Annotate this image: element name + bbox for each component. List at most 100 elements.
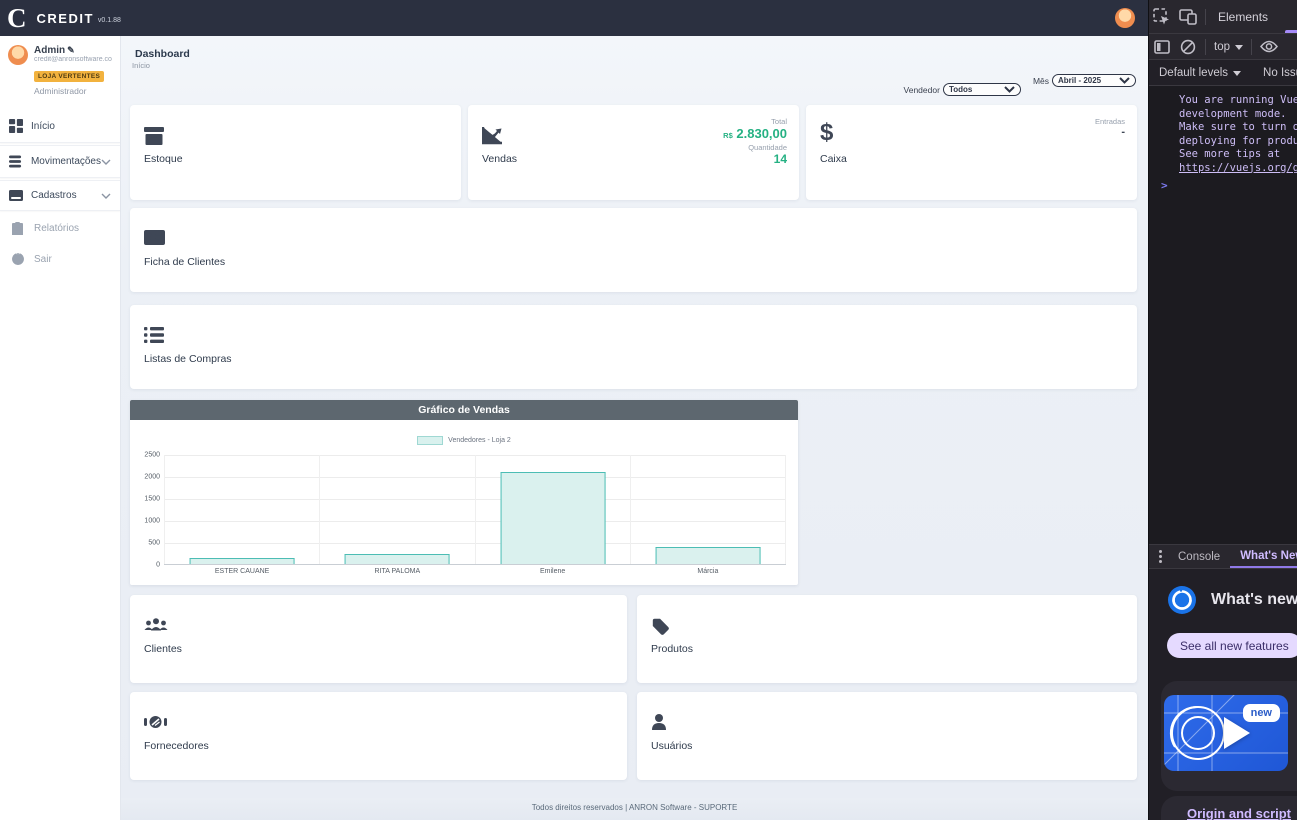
sidebar-item-label: Sair [34,254,52,265]
card-label: Estoque [144,153,183,165]
vue-dev-warning: You are running Vuedevelopment mode.Make… [1179,94,1297,175]
profile-role: Administrador [34,86,112,96]
vendas-card[interactable]: Vendas Total R$ 2.830,00 Quantidade 14 [468,105,799,200]
box-archive-icon [144,127,164,145]
entradas-label: Entradas [1095,117,1125,126]
bar-RITA PALOMA[interactable] [345,554,450,564]
grid-icon [9,119,25,133]
mes-label: Mês [1033,76,1049,86]
origin-article-link[interactable]: Origin and script [1187,806,1291,820]
x-axis-label: Emilene [476,568,630,575]
filters-bar: Vendedor Todos Mês Abril - 2025 [904,77,1136,96]
chart-title: Gráfico de Vendas [130,400,798,420]
sidebar-item-cadastros[interactable]: Cadastros [0,180,120,211]
app-logo: C [7,0,27,36]
legend-label: Vendedores - Loja 2 [448,437,511,444]
x-axis-label: ESTER CAUANE [165,568,319,575]
app-topbar: C CREDIT v0.1.88 [0,0,1148,36]
edit-profile-icon[interactable]: ✎ [67,45,75,55]
profile-avatar[interactable] [8,45,28,65]
estoque-card[interactable]: Estoque [130,105,461,200]
quantidade-value: 14 [723,152,787,166]
sidebar: Admin✎ credit@anronsoftware.co... LOJA V… [0,36,121,820]
ficha-clientes-card[interactable]: Ficha de Clientes [130,208,1137,292]
bar-slot: ESTER CAUANE [164,455,320,564]
devtools-panel: Elements top Default levels No Issues Yo… [1148,0,1297,820]
caixa-stats: Entradas - [1095,117,1125,138]
inspect-element-icon[interactable] [1149,4,1175,30]
chart-legend[interactable]: Vendedores - Loja 2 [130,436,798,445]
clipboard-icon [12,222,28,235]
drawer-tabbar: Console What's New [1149,545,1297,569]
credit-app: C CREDIT v0.1.88 Admin✎ credit@anronsoft… [0,0,1148,820]
clientes-card[interactable]: Clientes [130,595,627,683]
sidebar-item-label: Início [31,121,55,132]
chevron-down-icon [1119,77,1130,84]
total-label: Total [723,117,787,126]
chromium-logo-icon [1167,585,1197,615]
chevron-down-icon [1004,86,1015,93]
y-axis-tick: 2500 [144,452,160,459]
video-thumbnail[interactable]: new [1164,695,1288,771]
sidebar-item-relatorios[interactable]: Relatórios [0,213,120,244]
card-label: Listas de Compras [144,353,232,365]
sidebar-item-sair[interactable]: Sair [0,244,120,274]
context-selector[interactable]: top [1210,41,1247,53]
issues-counter[interactable]: No Issues [1255,67,1297,79]
bar-Emilene[interactable] [500,472,605,564]
profile-name: Admin✎ [34,45,112,56]
fornecedores-card[interactable]: Fornecedores [130,692,627,780]
card-label: Produtos [651,643,693,655]
bar-ESTER CAUANE[interactable] [190,558,295,564]
eye-icon[interactable] [1256,34,1282,60]
chevron-down-icon [101,193,111,199]
dollar-icon: $ [820,119,833,147]
y-axis-tick: 0 [156,562,160,569]
clear-console-icon[interactable] [1175,34,1201,60]
sales-chart-card: Gráfico de Vendas Vendedores - Loja 2 05… [130,400,798,585]
topbar-user-avatar[interactable] [1115,8,1135,28]
dock-side-icon[interactable] [1149,34,1175,60]
bar-chart-plot: 05001000150020002500ESTER CAUANERITA PAL… [164,455,786,565]
stack-icon [9,155,25,168]
device-toolbar-icon[interactable] [1175,4,1201,30]
bar-Márcia[interactable] [655,547,760,564]
see-all-features-button[interactable]: See all new features [1167,633,1297,658]
console-levels-bar: Default levels No Issues [1149,60,1297,86]
caret-down-icon [1235,45,1243,50]
total-value: R$ 2.830,00 [723,126,787,143]
sidebar-item-inicio[interactable]: Início [0,110,120,143]
mes-select[interactable]: Abril - 2025 [1052,74,1136,87]
caixa-card[interactable]: $ Caixa Entradas - [806,105,1137,200]
more-options-icon[interactable] [1159,550,1162,563]
console-prompt[interactable]: > [1161,179,1168,192]
list-icon [144,327,164,343]
tab-console[interactable]: Console [1168,545,1230,568]
quantidade-label: Quantidade [723,143,787,152]
bar-slot: RITA PALOMA [320,455,475,564]
vendedor-select[interactable]: Todos [943,83,1021,96]
sidebar-item-label: Movimentações [31,156,101,167]
entradas-value: - [1095,126,1125,138]
console-messages: You are running Vuedevelopment mode.Make… [1149,86,1297,545]
chevron-down-icon [101,159,111,165]
produtos-card[interactable]: Produtos [637,595,1137,683]
vendas-stats: Total R$ 2.830,00 Quantidade 14 [723,117,787,166]
sidebar-item-label: Cadastros [31,190,77,201]
x-axis-label: Márcia [631,568,785,575]
card-label: Caixa [820,153,847,165]
bar-slot: Emilene [476,455,631,564]
bar-slot: Márcia [631,455,786,564]
vuejs-link[interactable]: https://vuejs.org/g [1179,162,1297,174]
divider [1205,39,1206,55]
usuarios-card[interactable]: Usuários [637,692,1137,780]
tab-elements[interactable]: Elements [1210,10,1276,24]
brand-name: CREDIT [37,11,94,26]
log-levels-dropdown[interactable]: Default levels [1149,67,1247,79]
sidebar-item-label: Relatórios [34,223,79,234]
sidebar-item-movimentacoes[interactable]: Movimentações [0,145,120,178]
user-icon [651,714,667,731]
listas-compras-card[interactable]: Listas de Compras [130,305,1137,389]
tag-icon [651,617,670,636]
tab-whats-new[interactable]: What's New [1230,545,1297,568]
